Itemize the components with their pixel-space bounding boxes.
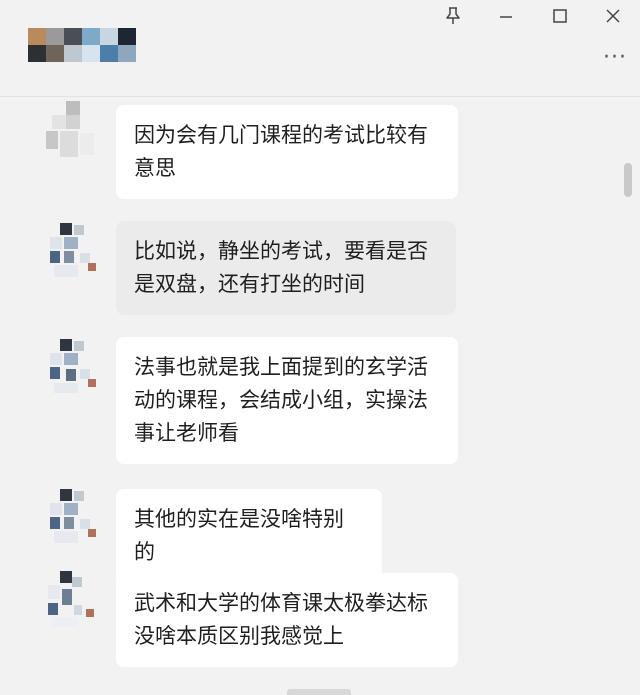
message-text: 因为会有几门课程的考试比较有意思 [134, 123, 428, 180]
message-text: 其他的实在是没啥特别的 [134, 507, 344, 564]
chat-window: ··· 因为会有几门课程的考试比较有意思 比如说，静坐的考试，要看是否是双盘，还… [0, 0, 640, 695]
sender-avatar[interactable] [42, 223, 100, 281]
message-text: 法事也就是我上面提到的玄学活动的课程，会结成小组，实操法事让老师看 [134, 355, 428, 445]
chat-avatar[interactable] [28, 28, 136, 62]
minimize-icon[interactable] [491, 6, 521, 26]
sender-avatar[interactable] [42, 339, 100, 397]
message-bubble[interactable]: 其他的实在是没啥特别的 [116, 489, 382, 583]
sender-avatar[interactable] [42, 489, 100, 547]
close-icon[interactable] [598, 6, 628, 26]
input-area-handle [287, 689, 351, 695]
more-options-icon[interactable]: ··· [598, 46, 632, 70]
sender-avatar[interactable] [42, 101, 100, 159]
message-bubble[interactable]: 因为会有几门课程的考试比较有意思 [116, 105, 458, 199]
message-bubble[interactable]: 武术和大学的体育课太极拳达标没啥本质区别我感觉上 [116, 573, 458, 667]
message-bubble-selected[interactable]: 比如说，静坐的考试，要看是否是双盘，还有打坐的时间 [116, 221, 456, 315]
message-bubble[interactable]: 法事也就是我上面提到的玄学活动的课程，会结成小组，实操法事让老师看 [116, 337, 458, 464]
message-text: 武术和大学的体育课太极拳达标没啥本质区别我感觉上 [134, 591, 428, 648]
message-list[interactable]: 因为会有几门课程的考试比较有意思 比如说，静坐的考试，要看是否是双盘，还有打坐的… [0, 97, 616, 695]
message-text: 比如说，静坐的考试，要看是否是双盘，还有打坐的时间 [134, 239, 428, 296]
pin-icon[interactable] [438, 6, 468, 26]
scrollbar-thumb[interactable] [624, 163, 632, 197]
title-bar: ··· [0, 0, 640, 97]
maximize-icon[interactable] [545, 6, 575, 26]
sender-avatar[interactable] [42, 571, 100, 629]
